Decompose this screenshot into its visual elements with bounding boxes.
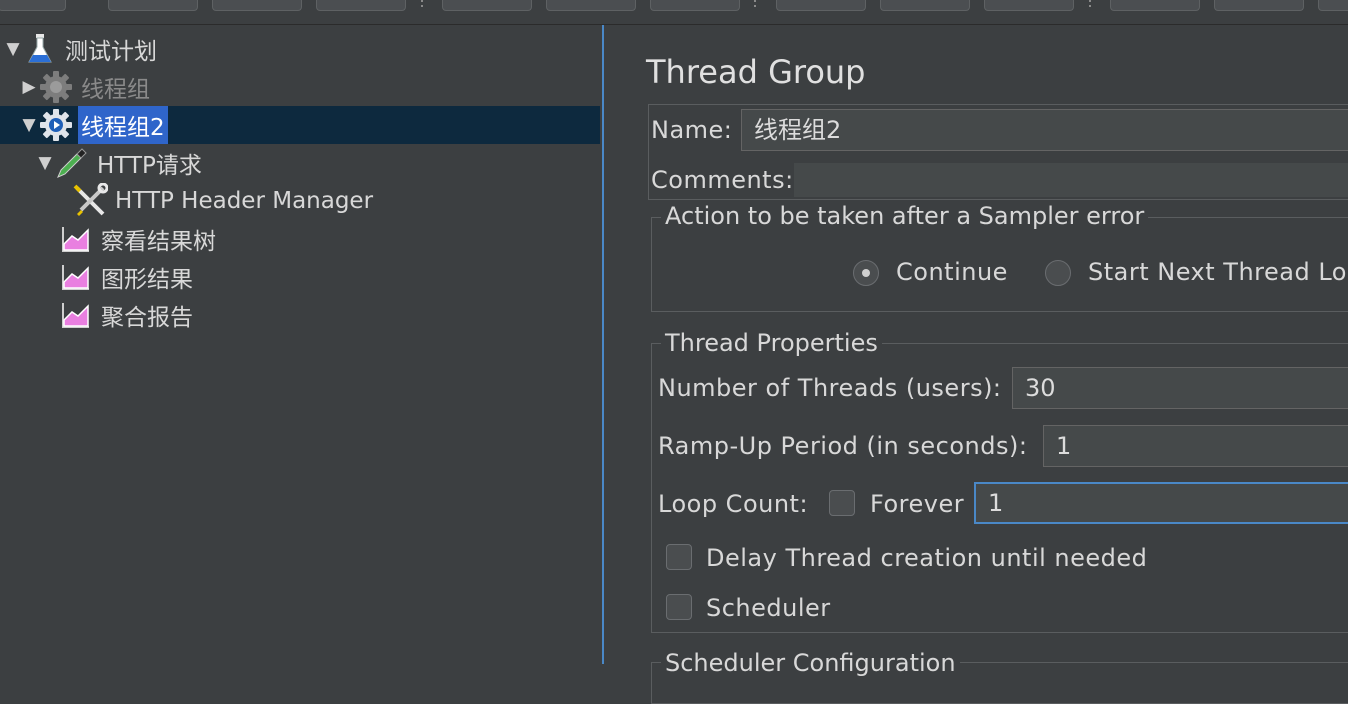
pipette-icon bbox=[54, 146, 90, 180]
chart-listener-icon bbox=[58, 222, 94, 256]
tree-item-label: 线程组 bbox=[81, 77, 150, 103]
forever-checkbox[interactable] bbox=[829, 490, 855, 516]
tree-item-http-request[interactable]: ▼ HTTP请求 bbox=[36, 144, 205, 182]
ramp-up-period-label: Ramp-Up Period (in seconds): bbox=[658, 432, 1028, 460]
toolbar-button-7[interactable] bbox=[650, 0, 740, 11]
tree-item-label: 测试计划 bbox=[65, 39, 157, 65]
comments-field[interactable] bbox=[794, 163, 1348, 197]
expand-arrow-icon[interactable]: ▼ bbox=[4, 39, 22, 59]
toolbar-button-5[interactable] bbox=[442, 0, 532, 11]
sampler-error-legend: Action to be taken after a Sampler error bbox=[661, 202, 1149, 230]
tree-item-label: HTTP Header Manager bbox=[115, 188, 374, 214]
chart-listener-icon bbox=[58, 298, 94, 332]
tree-item-http-header-manager[interactable]: HTTP Header Manager bbox=[72, 182, 376, 220]
comments-label: Comments: bbox=[651, 166, 794, 194]
chart-listener-icon bbox=[58, 260, 94, 294]
thread-properties-legend: Thread Properties bbox=[661, 329, 882, 357]
continue-radio[interactable] bbox=[853, 260, 879, 286]
toolbar-separator bbox=[754, 0, 756, 8]
gear-icon bbox=[38, 108, 74, 142]
tree-item-label: 聚合报告 bbox=[101, 305, 193, 331]
number-of-threads-field[interactable]: 30 bbox=[1012, 367, 1348, 409]
toolbar-button-4[interactable] bbox=[316, 0, 406, 11]
toolbar-button-8[interactable] bbox=[776, 0, 866, 11]
expand-arrow-icon[interactable]: ▼ bbox=[36, 153, 54, 173]
tree-item-label: 图形结果 bbox=[101, 267, 193, 293]
test-plan-tree[interactable]: ▼ 测试计划 ▶ 线程组 ▼ 线程组2 ▼ HTTP请求 HTTP Header… bbox=[0, 25, 604, 664]
loop-count-label: Loop Count: bbox=[658, 490, 809, 518]
toolbar bbox=[0, 0, 1348, 25]
panel-title: Thread Group bbox=[646, 53, 866, 91]
forever-label[interactable]: Forever bbox=[870, 490, 964, 518]
collapse-arrow-icon[interactable]: ▶ bbox=[20, 77, 38, 97]
wrench-screwdriver-icon bbox=[72, 183, 108, 218]
toolbar-button-2[interactable] bbox=[108, 0, 198, 11]
scheduler-label[interactable]: Scheduler bbox=[706, 594, 831, 622]
tree-item-graph-results[interactable]: 图形结果 bbox=[58, 258, 196, 296]
tree-item-label: 线程组2 bbox=[78, 106, 168, 144]
number-of-threads-label: Number of Threads (users): bbox=[658, 374, 1002, 402]
toolbar-separator bbox=[421, 0, 423, 8]
tree-item-test-plan[interactable]: ▼ 测试计划 bbox=[4, 30, 160, 68]
toolbar-button-12[interactable] bbox=[1214, 0, 1304, 11]
loop-count-field[interactable]: 1 bbox=[974, 482, 1348, 524]
tree-item-aggregate-report[interactable]: 聚合报告 bbox=[58, 296, 196, 334]
tree-item-label: 察看结果树 bbox=[101, 229, 216, 255]
expand-arrow-icon[interactable]: ▼ bbox=[20, 115, 38, 135]
tree-item-thread-group-1[interactable]: ▶ 线程组 bbox=[20, 68, 153, 106]
toolbar-button-11[interactable] bbox=[1110, 0, 1200, 11]
toolbar-button-13[interactable] bbox=[1318, 0, 1348, 11]
delay-thread-creation-label[interactable]: Delay Thread creation until needed bbox=[706, 544, 1147, 572]
toolbar-button-9[interactable] bbox=[880, 0, 970, 11]
continue-label[interactable]: Continue bbox=[896, 258, 1008, 286]
start-next-thread-loop-radio[interactable] bbox=[1045, 260, 1071, 286]
name-label: Name: bbox=[651, 116, 733, 144]
tree-item-thread-group-2[interactable]: ▼ 线程组2 bbox=[20, 106, 168, 144]
gear-icon bbox=[38, 70, 74, 104]
name-field[interactable]: 线程组2 bbox=[741, 109, 1348, 151]
split-pane-divider[interactable] bbox=[604, 25, 622, 664]
toolbar-button-10[interactable] bbox=[984, 0, 1074, 11]
toolbar-button-1[interactable] bbox=[0, 0, 66, 11]
flask-icon bbox=[22, 32, 58, 66]
toolbar-button-6[interactable] bbox=[546, 0, 636, 11]
scheduler-configuration-legend: Scheduler Configuration bbox=[661, 649, 960, 677]
tree-item-view-results-tree[interactable]: 察看结果树 bbox=[58, 220, 219, 258]
delay-thread-creation-checkbox[interactable] bbox=[666, 544, 692, 570]
scheduler-checkbox[interactable] bbox=[666, 594, 692, 620]
start-next-thread-loop-label[interactable]: Start Next Thread Lo bbox=[1088, 258, 1347, 286]
thread-group-panel: Thread Group Name: 线程组2 Comments: Action… bbox=[624, 25, 1348, 704]
ramp-up-period-field[interactable]: 1 bbox=[1043, 425, 1348, 467]
tree-item-label: HTTP请求 bbox=[97, 153, 202, 179]
toolbar-button-3[interactable] bbox=[212, 0, 302, 11]
toolbar-separator bbox=[1089, 0, 1091, 8]
